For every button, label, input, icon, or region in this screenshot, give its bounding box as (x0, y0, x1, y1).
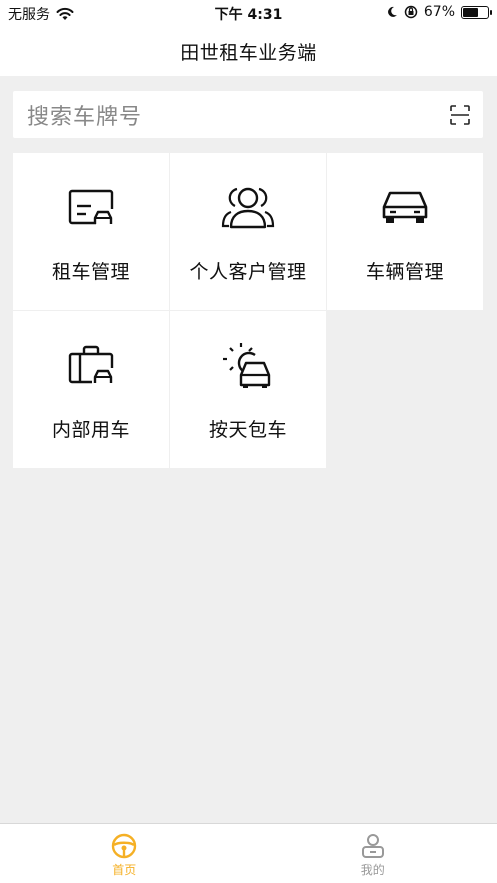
menu-label: 车辆管理 (365, 261, 444, 283)
menu-label: 按天包车 (208, 419, 287, 441)
battery-percent: 67% (423, 4, 455, 20)
tab-label-profile: 我的 (360, 863, 385, 877)
search-placeholder: 搜索车牌号 (27, 104, 143, 130)
battery-fill (463, 7, 479, 17)
menu-item-rental-management[interactable]: 租车管理 (13, 153, 169, 310)
rental-card-icon (68, 189, 114, 225)
battery-icon (461, 5, 492, 19)
menu-item-customer-management[interactable]: 个人客户管理 (170, 153, 326, 310)
tab-profile[interactable]: 我的 (249, 824, 497, 883)
page-title: 田世租车业务端 (180, 41, 317, 64)
menu-grid: 租车管理 个人客户管理 车辆管理 内部用车 按天包车 (13, 153, 483, 468)
menu-item-internal-use[interactable]: 内部用车 (13, 311, 169, 468)
status-bar: 无服务 下午 4:31 67% (0, 0, 497, 26)
menu-label: 个人客户管理 (189, 261, 307, 283)
orientation-lock-icon (404, 5, 418, 19)
menu-item-vehicle-management[interactable]: 车辆管理 (327, 153, 483, 310)
sun-car-icon (223, 343, 271, 388)
menu-item-daily-charter[interactable]: 按天包车 (170, 311, 326, 468)
nav-bar: 田世租车业务端 (0, 26, 497, 76)
search-input[interactable]: 搜索车牌号 (13, 91, 483, 138)
menu-label: 租车管理 (51, 261, 130, 283)
moon-icon (387, 6, 397, 17)
steering-wheel-icon (112, 833, 137, 859)
customers-icon (221, 187, 275, 229)
menu-label: 内部用车 (51, 419, 130, 441)
tab-label-home: 首页 (112, 863, 137, 877)
tab-home[interactable]: 首页 (0, 824, 249, 883)
scan-icon[interactable] (449, 104, 471, 126)
car-icon (382, 191, 428, 223)
status-right: 67% (386, 4, 492, 20)
profile-icon (361, 834, 384, 858)
briefcase-car-icon (68, 345, 114, 384)
tab-bar: 首页 我的 (0, 823, 497, 883)
